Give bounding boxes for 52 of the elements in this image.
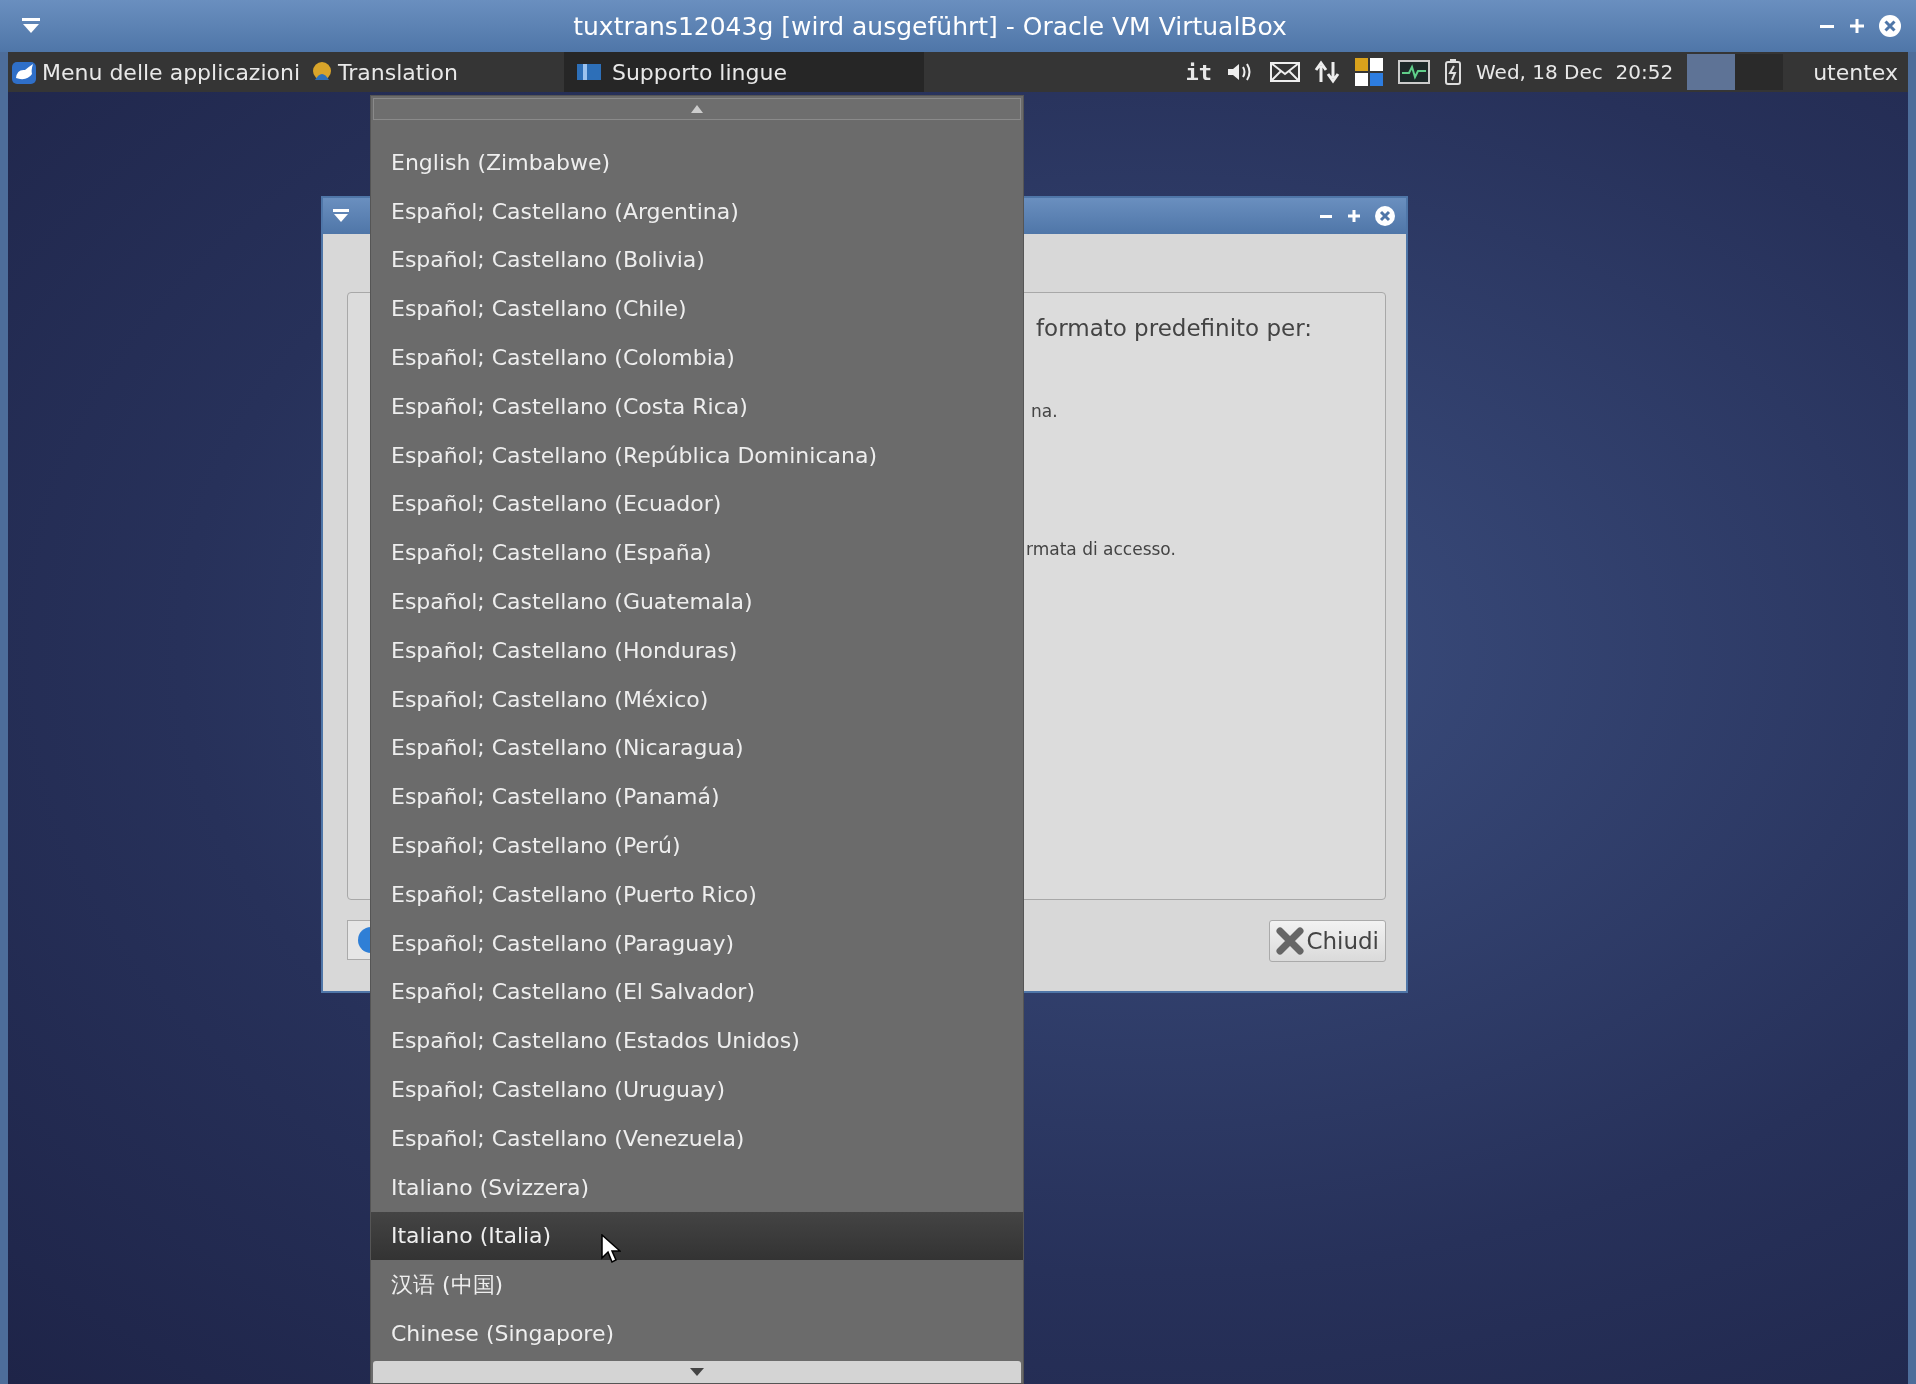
menu-item[interactable]: Español; Castellano (Paraguay) [371, 918, 1023, 968]
menu-item[interactable]: Español; Castellano (Argentina) [371, 186, 1023, 236]
maximize-icon[interactable] [1848, 17, 1866, 35]
menu-item[interactable]: Español; Castellano (Honduras) [371, 625, 1023, 675]
system-monitor-icon[interactable] [1397, 60, 1430, 84]
clock[interactable]: Wed, 18 Dec 20:52 [1475, 60, 1674, 84]
menu-item[interactable]: Español; Castellano (Chile) [371, 284, 1023, 334]
window-title: tuxtrans12043g [wird ausgeführt] - Oracle VM VirtualBox [572, 11, 1288, 41]
close-icon [1276, 927, 1305, 955]
menu-item[interactable]: Español; Castellano (Costa Rica) [371, 382, 1023, 431]
menu-item[interactable]: Español; Castellano (Estados Unidos) [371, 1016, 1023, 1066]
menu-item[interactable]: Español; Castellano (El Salvador) [371, 967, 1023, 1017]
close-icon[interactable] [1878, 14, 1902, 38]
panel-launcher[interactable]: Translation [306, 52, 464, 92]
menu-item[interactable]: Español; Castellano (Perú) [371, 821, 1023, 870]
menu-item[interactable]: English (Zimbabwe) [371, 138, 1023, 187]
description-text: formato predefinito per: [1036, 315, 1312, 341]
menu-item[interactable]: Español; Castellano (Venezuela) [371, 1113, 1023, 1163]
keyboard-layout[interactable]: it [1185, 59, 1212, 85]
menu-item[interactable]: Español; Castellano (España) [371, 528, 1023, 578]
description-text: na. [1031, 401, 1058, 421]
menu-item[interactable]: Español; Castellano (Bolivia) [371, 235, 1023, 285]
mail-icon[interactable] [1269, 61, 1300, 83]
battery-icon[interactable] [1443, 58, 1462, 86]
workspace-switcher[interactable] [1687, 54, 1736, 90]
menu-item[interactable]: 汉语 (中国) [371, 1260, 1023, 1310]
menu-item[interactable]: Español; Castellano (Ecuador) [371, 479, 1023, 529]
menu-item[interactable]: Español; Castellano (Panamá) [371, 772, 1023, 822]
maximize-icon[interactable] [1346, 208, 1362, 224]
menu-item[interactable]: Español; Castellano (Nicaragua) [371, 723, 1023, 773]
menu-item[interactable]: Italiano (Svizzera) [371, 1162, 1023, 1212]
flag-icon [575, 62, 602, 82]
menu-item[interactable]: Español; Castellano (Colombia) [371, 333, 1023, 382]
down-arrow-icon [689, 1367, 705, 1377]
menu-item[interactable]: Italiano (Italia) [371, 1211, 1023, 1261]
up-arrow-icon [690, 104, 704, 114]
mouse-cursor-icon [601, 1234, 621, 1264]
user-name[interactable]: utentex [1813, 59, 1898, 85]
close-button[interactable]: Chiudi [1269, 920, 1386, 962]
menu-item[interactable]: Chinese (Singapore) [371, 1309, 1023, 1358]
tiles-icon[interactable] [1353, 57, 1384, 87]
description-text: rmata di accesso. [1026, 539, 1176, 559]
taskbar-button[interactable]: Supporto lingue [563, 52, 924, 92]
menu-item[interactable]: Español; Castellano (República Dominicana) [371, 430, 1023, 480]
close-icon[interactable] [1374, 205, 1396, 227]
network-arrows-icon[interactable] [1313, 60, 1340, 84]
menu-item[interactable]: Español; Castellano (Guatemala) [371, 577, 1023, 626]
menu-item[interactable]: Español; Castellano (Uruguay) [371, 1065, 1023, 1114]
workspace-switcher[interactable] [1735, 54, 1784, 90]
menu-item[interactable]: Español; Castellano (México) [371, 674, 1023, 724]
menu-item[interactable]: Español; Castellano (Puerto Rico) [371, 869, 1023, 919]
panel-launcher[interactable]: Menu delle applicazioni [8, 52, 307, 92]
